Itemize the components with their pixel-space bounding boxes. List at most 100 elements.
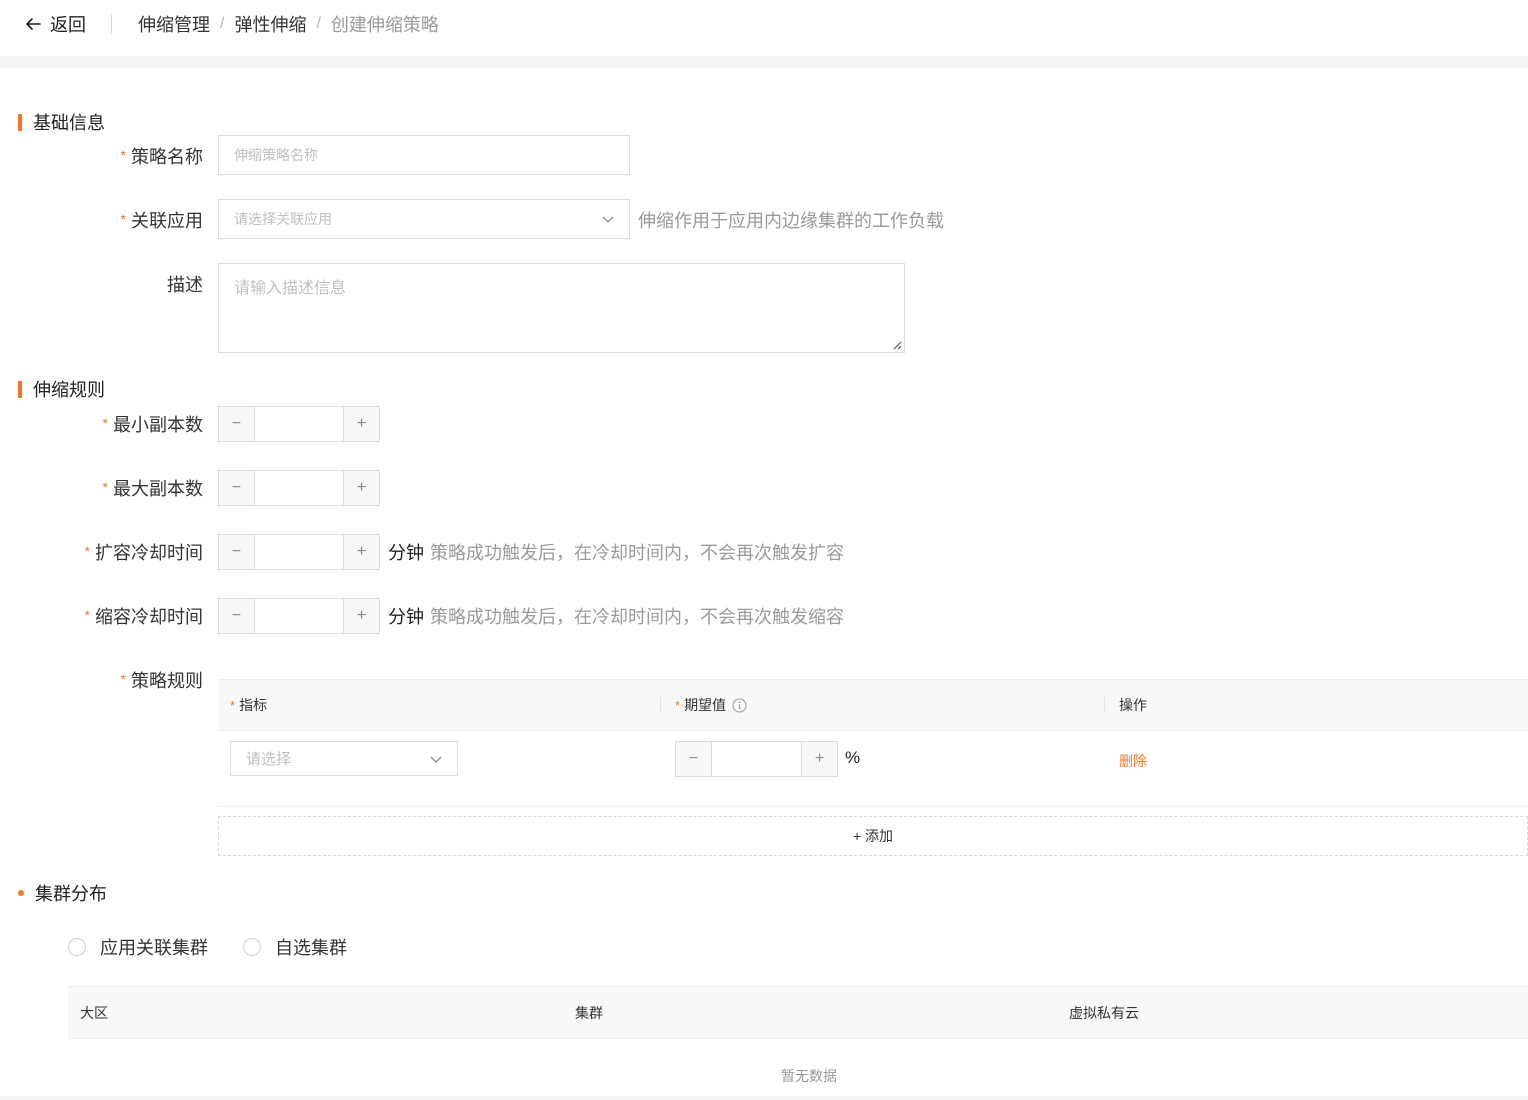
- breadcrumb-elastic-scaling[interactable]: 弹性伸缩: [234, 11, 306, 37]
- column-expected-label: 期望值: [684, 697, 727, 713]
- chevron-down-icon: [602, 216, 614, 223]
- policy-rules-label-text: 策略规则: [131, 671, 203, 691]
- radio-circle[interactable]: [68, 938, 86, 956]
- column-expected: * 期望值: [675, 680, 747, 730]
- column-region: 大区: [80, 1004, 108, 1021]
- top-bar: 返回 伸缩管理 / 弹性伸缩 / 创建伸缩策略: [0, 0, 1528, 56]
- scale-up-unit: 分钟: [388, 543, 424, 563]
- app-hint: 伸缩作用于应用内边缘集群的工作负载: [638, 211, 944, 231]
- back-button[interactable]: 返回: [24, 12, 86, 36]
- header-strip: [0, 56, 1528, 68]
- required-mark: *: [102, 415, 108, 431]
- percent-unit: %: [845, 748, 861, 767]
- description-label-text: 描述: [167, 275, 203, 295]
- increment-button[interactable]: +: [343, 471, 379, 505]
- breadcrumb-separator: /: [220, 15, 225, 32]
- scale-up-cooldown-input[interactable]: [255, 535, 343, 569]
- description-textarea[interactable]: 请输入描述信息: [218, 263, 905, 353]
- breadcrumb-current: 创建伸缩策略: [330, 15, 439, 35]
- scale-down-cooldown-stepper: − +: [218, 598, 380, 634]
- breadcrumb-separator: /: [316, 15, 321, 32]
- decrement-button[interactable]: −: [219, 535, 255, 569]
- info-icon[interactable]: [732, 698, 747, 713]
- max-replicas-label: * 最大副本数: [103, 475, 203, 501]
- radio-custom-clusters[interactable]: 自选集群: [243, 934, 347, 960]
- app-label-text: 关联应用: [131, 211, 203, 231]
- decrement-button[interactable]: −: [676, 742, 712, 776]
- metric-select-placeholder: 请选择: [246, 751, 292, 768]
- column-divider: [660, 697, 661, 713]
- scale-down-cooldown-label-text: 缩容冷却时间: [95, 607, 203, 627]
- min-replicas-label-text: 最小副本数: [113, 415, 203, 435]
- required-mark: *: [120, 671, 126, 687]
- scale-down-unit: 分钟: [388, 607, 424, 627]
- scale-up-cooldown-label-text: 扩容冷却时间: [95, 543, 203, 563]
- decrement-button[interactable]: −: [219, 599, 255, 633]
- min-replicas-stepper: − +: [218, 406, 380, 442]
- description-placeholder: 请输入描述信息: [234, 280, 347, 297]
- section-title: 集群分布: [35, 884, 107, 904]
- scale-down-cooldown-label: * 缩容冷却时间: [85, 603, 203, 629]
- table-row: 请选择 − + % 删除: [218, 731, 1528, 807]
- description-label: 描述: [167, 271, 203, 297]
- chevron-down-icon: [430, 756, 442, 763]
- policy-name-placeholder: 伸缩策略名称: [234, 147, 318, 163]
- table-header: * 指标 * 期望值 操作: [218, 679, 1528, 731]
- increment-button[interactable]: +: [343, 407, 379, 441]
- increment-button[interactable]: +: [343, 535, 379, 569]
- delete-rule-link[interactable]: 删除: [1119, 751, 1147, 771]
- header-divider: [111, 14, 112, 34]
- breadcrumb-scaling-management[interactable]: 伸缩管理: [138, 11, 210, 37]
- required-mark: *: [84, 543, 90, 559]
- required-mark: *: [120, 211, 126, 227]
- section-title: 基础信息: [33, 113, 105, 133]
- column-metric: * 指标: [230, 680, 267, 730]
- column-action: 操作: [1119, 680, 1147, 730]
- section-title: 伸缩规则: [33, 380, 105, 400]
- section-cluster-distribution: 集群分布: [18, 880, 107, 906]
- section-marker: [18, 890, 24, 896]
- max-replicas-input[interactable]: [255, 471, 343, 505]
- resize-handle-icon[interactable]: [892, 340, 902, 350]
- add-rule-button[interactable]: + 添加: [218, 816, 1528, 856]
- bottom-strip: [0, 1096, 1528, 1100]
- column-metric-label: 指标: [239, 697, 268, 713]
- radio-label: 应用关联集群: [100, 938, 208, 958]
- required-mark: *: [230, 697, 236, 713]
- policy-name-label-text: 策略名称: [131, 147, 203, 167]
- decrement-button[interactable]: −: [219, 407, 255, 441]
- radio-circle[interactable]: [243, 938, 261, 956]
- scale-up-cooldown-stepper: − +: [218, 534, 380, 570]
- metric-select[interactable]: 请选择: [230, 741, 458, 776]
- max-replicas-stepper: − +: [218, 470, 380, 506]
- expected-value-stepper: − +: [675, 741, 838, 777]
- radio-label: 自选集群: [275, 938, 347, 958]
- increment-button[interactable]: +: [801, 742, 837, 776]
- section-scaling-rules: 伸缩规则: [18, 376, 105, 402]
- arrow-left-icon: [26, 18, 41, 30]
- breadcrumb: 伸缩管理 / 弹性伸缩 / 创建伸缩策略: [138, 12, 439, 36]
- min-replicas-input[interactable]: [255, 407, 343, 441]
- decrement-button[interactable]: −: [219, 471, 255, 505]
- column-divider: [1104, 697, 1105, 713]
- app-select-placeholder: 请选择关联应用: [234, 211, 332, 227]
- cluster-table-header: 大区 集群 虚拟私有云: [68, 986, 1528, 1039]
- column-cluster: 集群: [575, 1004, 603, 1021]
- radio-app-clusters[interactable]: 应用关联集群: [68, 934, 208, 960]
- app-select[interactable]: 请选择关联应用: [218, 199, 630, 239]
- required-mark: *: [102, 479, 108, 495]
- cluster-table-empty: 暂无数据: [781, 1068, 837, 1084]
- policy-name-label: * 策略名称: [121, 143, 203, 169]
- back-label: 返回: [50, 15, 86, 35]
- policy-rules-label: * 策略规则: [121, 667, 203, 693]
- increment-button[interactable]: +: [343, 599, 379, 633]
- required-mark: *: [120, 147, 126, 163]
- section-marker: [18, 380, 22, 398]
- column-action-label: 操作: [1119, 697, 1147, 713]
- expected-value-input[interactable]: [712, 742, 801, 776]
- scale-down-cooldown-input[interactable]: [255, 599, 343, 633]
- max-replicas-label-text: 最大副本数: [113, 479, 203, 499]
- scale-down-hint: 策略成功触发后，在冷却时间内，不会再次触发缩容: [430, 607, 844, 627]
- app-label: * 关联应用: [121, 207, 203, 233]
- policy-name-input[interactable]: 伸缩策略名称: [218, 135, 630, 175]
